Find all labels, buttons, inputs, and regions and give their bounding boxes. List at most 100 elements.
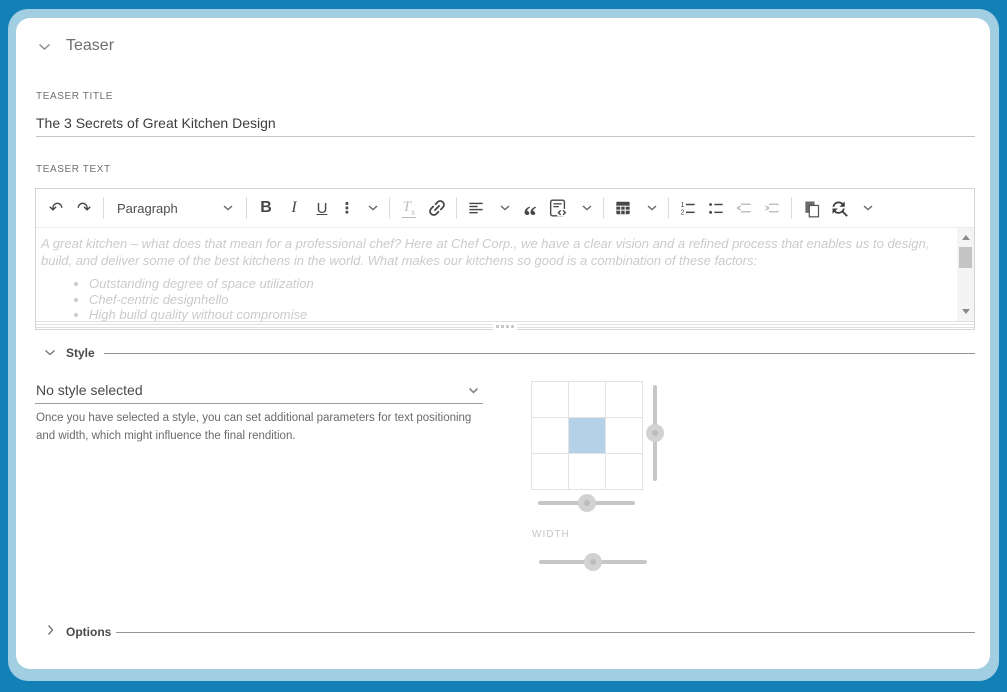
position-cell-2-2[interactable] [569, 418, 606, 454]
code-block-button[interactable] [544, 193, 572, 223]
teaser-text-label: TEASER TEXT [36, 164, 111, 175]
width-label: WIDTH [532, 529, 570, 540]
link-button[interactable] [423, 193, 451, 223]
vertical-slider-thumb[interactable] [646, 424, 664, 442]
chevron-down-icon [647, 205, 657, 211]
chevron-down-icon [500, 205, 510, 211]
indent-icon [762, 198, 782, 218]
toolbar-separator [668, 197, 669, 219]
vertical-ellipsis-icon: ⋮ [340, 199, 355, 217]
horizontal-slider-thumb[interactable] [578, 494, 596, 512]
richtext-text: A great kitchen – what does that mean fo… [41, 236, 949, 321]
blockquote-button[interactable]: “ [516, 193, 544, 223]
editor-resize-handle[interactable] [36, 321, 974, 330]
clear-formatting-icon: Tx [402, 199, 417, 218]
underline-icon: U [317, 200, 328, 217]
editor-scrollbar[interactable] [957, 228, 974, 321]
table-dropdown[interactable] [641, 193, 663, 223]
link-icon [426, 197, 448, 219]
style-description: Once you have selected a style, you can … [36, 409, 488, 445]
scroll-down-icon[interactable] [962, 309, 970, 314]
richtext-editor: ↶ ↷ Paragraph B I U ⋮ Tx [35, 188, 975, 330]
chevron-right-icon[interactable] [47, 624, 54, 636]
options-section-title[interactable]: Options [66, 625, 111, 639]
italic-button[interactable]: I [280, 193, 308, 223]
code-block-dropdown[interactable] [576, 193, 598, 223]
outdent-button[interactable] [730, 193, 758, 223]
redo-icon: ↷ [77, 200, 91, 217]
chevron-down-icon [368, 205, 378, 211]
richtext-toolbar: ↶ ↷ Paragraph B I U ⋮ Tx [36, 189, 974, 228]
redo-button[interactable]: ↷ [70, 193, 98, 223]
chevron-down-icon [863, 205, 873, 211]
bullet-list-button[interactable] [702, 193, 730, 223]
teaser-title-label: TEASER TITLE [36, 91, 113, 102]
numbered-list-icon: 1 2 [678, 198, 698, 218]
teaser-title-input[interactable]: The 3 Secrets of Great Kitchen Design [36, 115, 276, 131]
options-section-rule [116, 632, 975, 633]
more-formatting-dropdown[interactable] [362, 193, 384, 223]
position-cell-3-1[interactable] [532, 454, 569, 490]
outdent-icon [734, 198, 754, 218]
position-cell-1-2[interactable] [569, 382, 606, 418]
chevron-down-icon [223, 205, 233, 211]
teaser-editor-window: Teaser TEASER TITLE The 3 Secrets of Gre… [0, 0, 1007, 692]
undo-icon: ↶ [49, 200, 63, 217]
toolbar-separator [456, 197, 457, 219]
align-button[interactable] [462, 193, 490, 223]
paste-button[interactable] [797, 193, 825, 223]
position-cell-1-1[interactable] [532, 382, 569, 418]
richtext-bullet-list: Outstanding degree of space utilizationC… [41, 276, 949, 321]
indent-button[interactable] [758, 193, 786, 223]
toolbar-separator [103, 197, 104, 219]
scroll-up-icon[interactable] [962, 235, 970, 240]
paragraph-format-select[interactable]: Paragraph [109, 193, 241, 223]
richtext-content[interactable]: A great kitchen – what does that mean fo… [36, 228, 974, 321]
bold-button[interactable]: B [252, 193, 280, 223]
position-grid [531, 381, 643, 490]
position-cell-1-3[interactable] [606, 382, 643, 418]
style-section-title[interactable]: Style [66, 346, 95, 360]
bullet-item: High build quality without compromise [89, 307, 949, 321]
paragraph-format-value: Paragraph [117, 201, 178, 216]
toolbar-separator [603, 197, 604, 219]
more-formatting-button[interactable]: ⋮ [336, 193, 358, 223]
chevron-down-icon[interactable] [468, 387, 479, 394]
panel-title[interactable]: Teaser [66, 37, 114, 55]
table-button[interactable] [609, 193, 637, 223]
undo-button[interactable]: ↶ [42, 193, 70, 223]
width-slider-thumb[interactable] [584, 553, 602, 571]
table-icon [613, 198, 633, 218]
bullet-item: Outstanding degree of space utilization [89, 276, 949, 292]
scrollbar-thumb[interactable] [959, 247, 972, 268]
style-select-underline [35, 403, 483, 404]
position-cell-2-1[interactable] [532, 418, 569, 454]
position-cell-3-2[interactable] [569, 454, 606, 490]
clear-formatting-button[interactable]: Tx [395, 193, 423, 223]
numbered-list-button[interactable]: 1 2 [674, 193, 702, 223]
style-select[interactable]: No style selected [36, 382, 143, 398]
find-replace-button[interactable] [825, 193, 853, 223]
bullet-item: Chef-centric designhello [89, 292, 949, 308]
chevron-down-icon[interactable] [38, 43, 51, 51]
chevron-down-icon [582, 205, 592, 211]
paste-icon [801, 198, 822, 219]
italic-icon: I [291, 199, 296, 217]
teaser-title-underline [36, 136, 975, 137]
bold-icon: B [260, 199, 272, 217]
position-cell-3-3[interactable] [606, 454, 643, 490]
find-replace-dropdown[interactable] [857, 193, 879, 223]
chevron-down-icon[interactable] [44, 349, 56, 356]
bullet-list-icon [706, 198, 726, 218]
underline-button[interactable]: U [308, 193, 336, 223]
code-block-icon [547, 197, 569, 219]
position-cell-2-3[interactable] [606, 418, 643, 454]
svg-text:1: 1 [681, 201, 685, 209]
resize-grip-icon[interactable] [493, 323, 517, 330]
toolbar-separator [389, 197, 390, 219]
align-dropdown[interactable] [494, 193, 516, 223]
style-section-rule [104, 353, 975, 354]
find-replace-icon [829, 198, 850, 219]
richtext-paragraph: A great kitchen – what does that mean fo… [41, 236, 949, 269]
align-left-icon [466, 198, 486, 218]
